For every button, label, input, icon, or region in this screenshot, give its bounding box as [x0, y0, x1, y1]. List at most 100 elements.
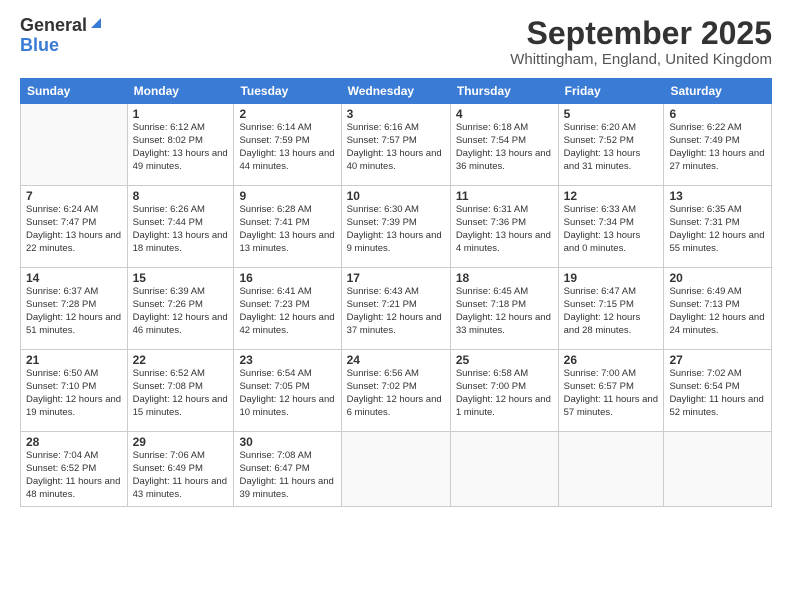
calendar-week-row: 21Sunrise: 6:50 AMSunset: 7:10 PMDayligh… [21, 350, 772, 432]
table-row: 27Sunrise: 7:02 AMSunset: 6:54 PMDayligh… [664, 350, 772, 432]
day-info: Sunrise: 7:00 AMSunset: 6:57 PMDaylight:… [564, 368, 659, 419]
calendar-header-row: Sunday Monday Tuesday Wednesday Thursday… [21, 79, 772, 104]
day-info: Sunrise: 6:50 AMSunset: 7:10 PMDaylight:… [26, 368, 122, 419]
table-row: 12Sunrise: 6:33 AMSunset: 7:34 PMDayligh… [558, 186, 664, 268]
table-row: 10Sunrise: 6:30 AMSunset: 7:39 PMDayligh… [341, 186, 450, 268]
day-number: 20 [669, 271, 766, 285]
table-row [21, 104, 128, 186]
logo-icon [89, 16, 103, 30]
day-number: 23 [239, 353, 335, 367]
table-row: 29Sunrise: 7:06 AMSunset: 6:49 PMDayligh… [127, 432, 234, 507]
day-number: 15 [133, 271, 229, 285]
day-number: 1 [133, 107, 229, 121]
day-number: 10 [347, 189, 445, 203]
table-row: 14Sunrise: 6:37 AMSunset: 7:28 PMDayligh… [21, 268, 128, 350]
table-row: 18Sunrise: 6:45 AMSunset: 7:18 PMDayligh… [450, 268, 558, 350]
table-row: 3Sunrise: 6:16 AMSunset: 7:57 PMDaylight… [341, 104, 450, 186]
calendar-week-row: 14Sunrise: 6:37 AMSunset: 7:28 PMDayligh… [21, 268, 772, 350]
calendar-week-row: 28Sunrise: 7:04 AMSunset: 6:52 PMDayligh… [21, 432, 772, 507]
table-row: 2Sunrise: 6:14 AMSunset: 7:59 PMDaylight… [234, 104, 341, 186]
day-number: 19 [564, 271, 659, 285]
table-row: 5Sunrise: 6:20 AMSunset: 7:52 PMDaylight… [558, 104, 664, 186]
day-info: Sunrise: 6:43 AMSunset: 7:21 PMDaylight:… [347, 286, 445, 337]
day-number: 4 [456, 107, 553, 121]
calendar-table: Sunday Monday Tuesday Wednesday Thursday… [20, 78, 772, 507]
logo: General Blue [20, 16, 103, 56]
day-number: 24 [347, 353, 445, 367]
day-info: Sunrise: 6:33 AMSunset: 7:34 PMDaylight:… [564, 204, 659, 255]
day-info: Sunrise: 6:26 AMSunset: 7:44 PMDaylight:… [133, 204, 229, 255]
day-number: 5 [564, 107, 659, 121]
day-number: 12 [564, 189, 659, 203]
table-row: 15Sunrise: 6:39 AMSunset: 7:26 PMDayligh… [127, 268, 234, 350]
header-wednesday: Wednesday [341, 79, 450, 104]
day-number: 28 [26, 435, 122, 449]
day-info: Sunrise: 6:31 AMSunset: 7:36 PMDaylight:… [456, 204, 553, 255]
header-sunday: Sunday [21, 79, 128, 104]
logo-blue-text: Blue [20, 35, 59, 55]
day-number: 30 [239, 435, 335, 449]
table-row [558, 432, 664, 507]
title-section: September 2025 Whittingham, England, Uni… [510, 16, 772, 68]
day-info: Sunrise: 6:14 AMSunset: 7:59 PMDaylight:… [239, 122, 335, 173]
day-info: Sunrise: 6:12 AMSunset: 8:02 PMDaylight:… [133, 122, 229, 173]
day-info: Sunrise: 7:04 AMSunset: 6:52 PMDaylight:… [26, 450, 122, 501]
day-info: Sunrise: 6:47 AMSunset: 7:15 PMDaylight:… [564, 286, 659, 337]
day-info: Sunrise: 6:41 AMSunset: 7:23 PMDaylight:… [239, 286, 335, 337]
logo-general-text: General [20, 16, 87, 36]
day-number: 6 [669, 107, 766, 121]
day-number: 27 [669, 353, 766, 367]
table-row: 8Sunrise: 6:26 AMSunset: 7:44 PMDaylight… [127, 186, 234, 268]
month-title: September 2025 [510, 16, 772, 51]
location: Whittingham, England, United Kingdom [510, 51, 772, 68]
day-info: Sunrise: 6:35 AMSunset: 7:31 PMDaylight:… [669, 204, 766, 255]
table-row: 20Sunrise: 6:49 AMSunset: 7:13 PMDayligh… [664, 268, 772, 350]
table-row: 24Sunrise: 6:56 AMSunset: 7:02 PMDayligh… [341, 350, 450, 432]
calendar-week-row: 7Sunrise: 6:24 AMSunset: 7:47 PMDaylight… [21, 186, 772, 268]
table-row: 11Sunrise: 6:31 AMSunset: 7:36 PMDayligh… [450, 186, 558, 268]
day-info: Sunrise: 6:20 AMSunset: 7:52 PMDaylight:… [564, 122, 659, 173]
day-info: Sunrise: 7:02 AMSunset: 6:54 PMDaylight:… [669, 368, 766, 419]
calendar-week-row: 1Sunrise: 6:12 AMSunset: 8:02 PMDaylight… [21, 104, 772, 186]
table-row: 4Sunrise: 6:18 AMSunset: 7:54 PMDaylight… [450, 104, 558, 186]
day-info: Sunrise: 6:37 AMSunset: 7:28 PMDaylight:… [26, 286, 122, 337]
day-number: 22 [133, 353, 229, 367]
day-number: 9 [239, 189, 335, 203]
day-info: Sunrise: 6:49 AMSunset: 7:13 PMDaylight:… [669, 286, 766, 337]
table-row: 30Sunrise: 7:08 AMSunset: 6:47 PMDayligh… [234, 432, 341, 507]
day-info: Sunrise: 6:18 AMSunset: 7:54 PMDaylight:… [456, 122, 553, 173]
day-number: 25 [456, 353, 553, 367]
table-row: 13Sunrise: 6:35 AMSunset: 7:31 PMDayligh… [664, 186, 772, 268]
day-info: Sunrise: 6:24 AMSunset: 7:47 PMDaylight:… [26, 204, 122, 255]
day-info: Sunrise: 6:58 AMSunset: 7:00 PMDaylight:… [456, 368, 553, 419]
table-row: 19Sunrise: 6:47 AMSunset: 7:15 PMDayligh… [558, 268, 664, 350]
page: General Blue September 2025 Whittingham,… [0, 0, 792, 612]
day-number: 7 [26, 189, 122, 203]
day-info: Sunrise: 6:30 AMSunset: 7:39 PMDaylight:… [347, 204, 445, 255]
header-monday: Monday [127, 79, 234, 104]
day-info: Sunrise: 6:54 AMSunset: 7:05 PMDaylight:… [239, 368, 335, 419]
day-info: Sunrise: 6:39 AMSunset: 7:26 PMDaylight:… [133, 286, 229, 337]
day-number: 17 [347, 271, 445, 285]
table-row [341, 432, 450, 507]
day-info: Sunrise: 6:56 AMSunset: 7:02 PMDaylight:… [347, 368, 445, 419]
day-info: Sunrise: 6:52 AMSunset: 7:08 PMDaylight:… [133, 368, 229, 419]
day-info: Sunrise: 7:06 AMSunset: 6:49 PMDaylight:… [133, 450, 229, 501]
day-info: Sunrise: 6:45 AMSunset: 7:18 PMDaylight:… [456, 286, 553, 337]
day-info: Sunrise: 7:08 AMSunset: 6:47 PMDaylight:… [239, 450, 335, 501]
day-info: Sunrise: 6:16 AMSunset: 7:57 PMDaylight:… [347, 122, 445, 173]
table-row [664, 432, 772, 507]
day-number: 21 [26, 353, 122, 367]
table-row: 16Sunrise: 6:41 AMSunset: 7:23 PMDayligh… [234, 268, 341, 350]
day-info: Sunrise: 6:28 AMSunset: 7:41 PMDaylight:… [239, 204, 335, 255]
table-row: 22Sunrise: 6:52 AMSunset: 7:08 PMDayligh… [127, 350, 234, 432]
table-row: 1Sunrise: 6:12 AMSunset: 8:02 PMDaylight… [127, 104, 234, 186]
header-tuesday: Tuesday [234, 79, 341, 104]
table-row: 28Sunrise: 7:04 AMSunset: 6:52 PMDayligh… [21, 432, 128, 507]
day-number: 13 [669, 189, 766, 203]
table-row: 25Sunrise: 6:58 AMSunset: 7:00 PMDayligh… [450, 350, 558, 432]
day-number: 2 [239, 107, 335, 121]
table-row: 21Sunrise: 6:50 AMSunset: 7:10 PMDayligh… [21, 350, 128, 432]
day-number: 14 [26, 271, 122, 285]
day-number: 3 [347, 107, 445, 121]
